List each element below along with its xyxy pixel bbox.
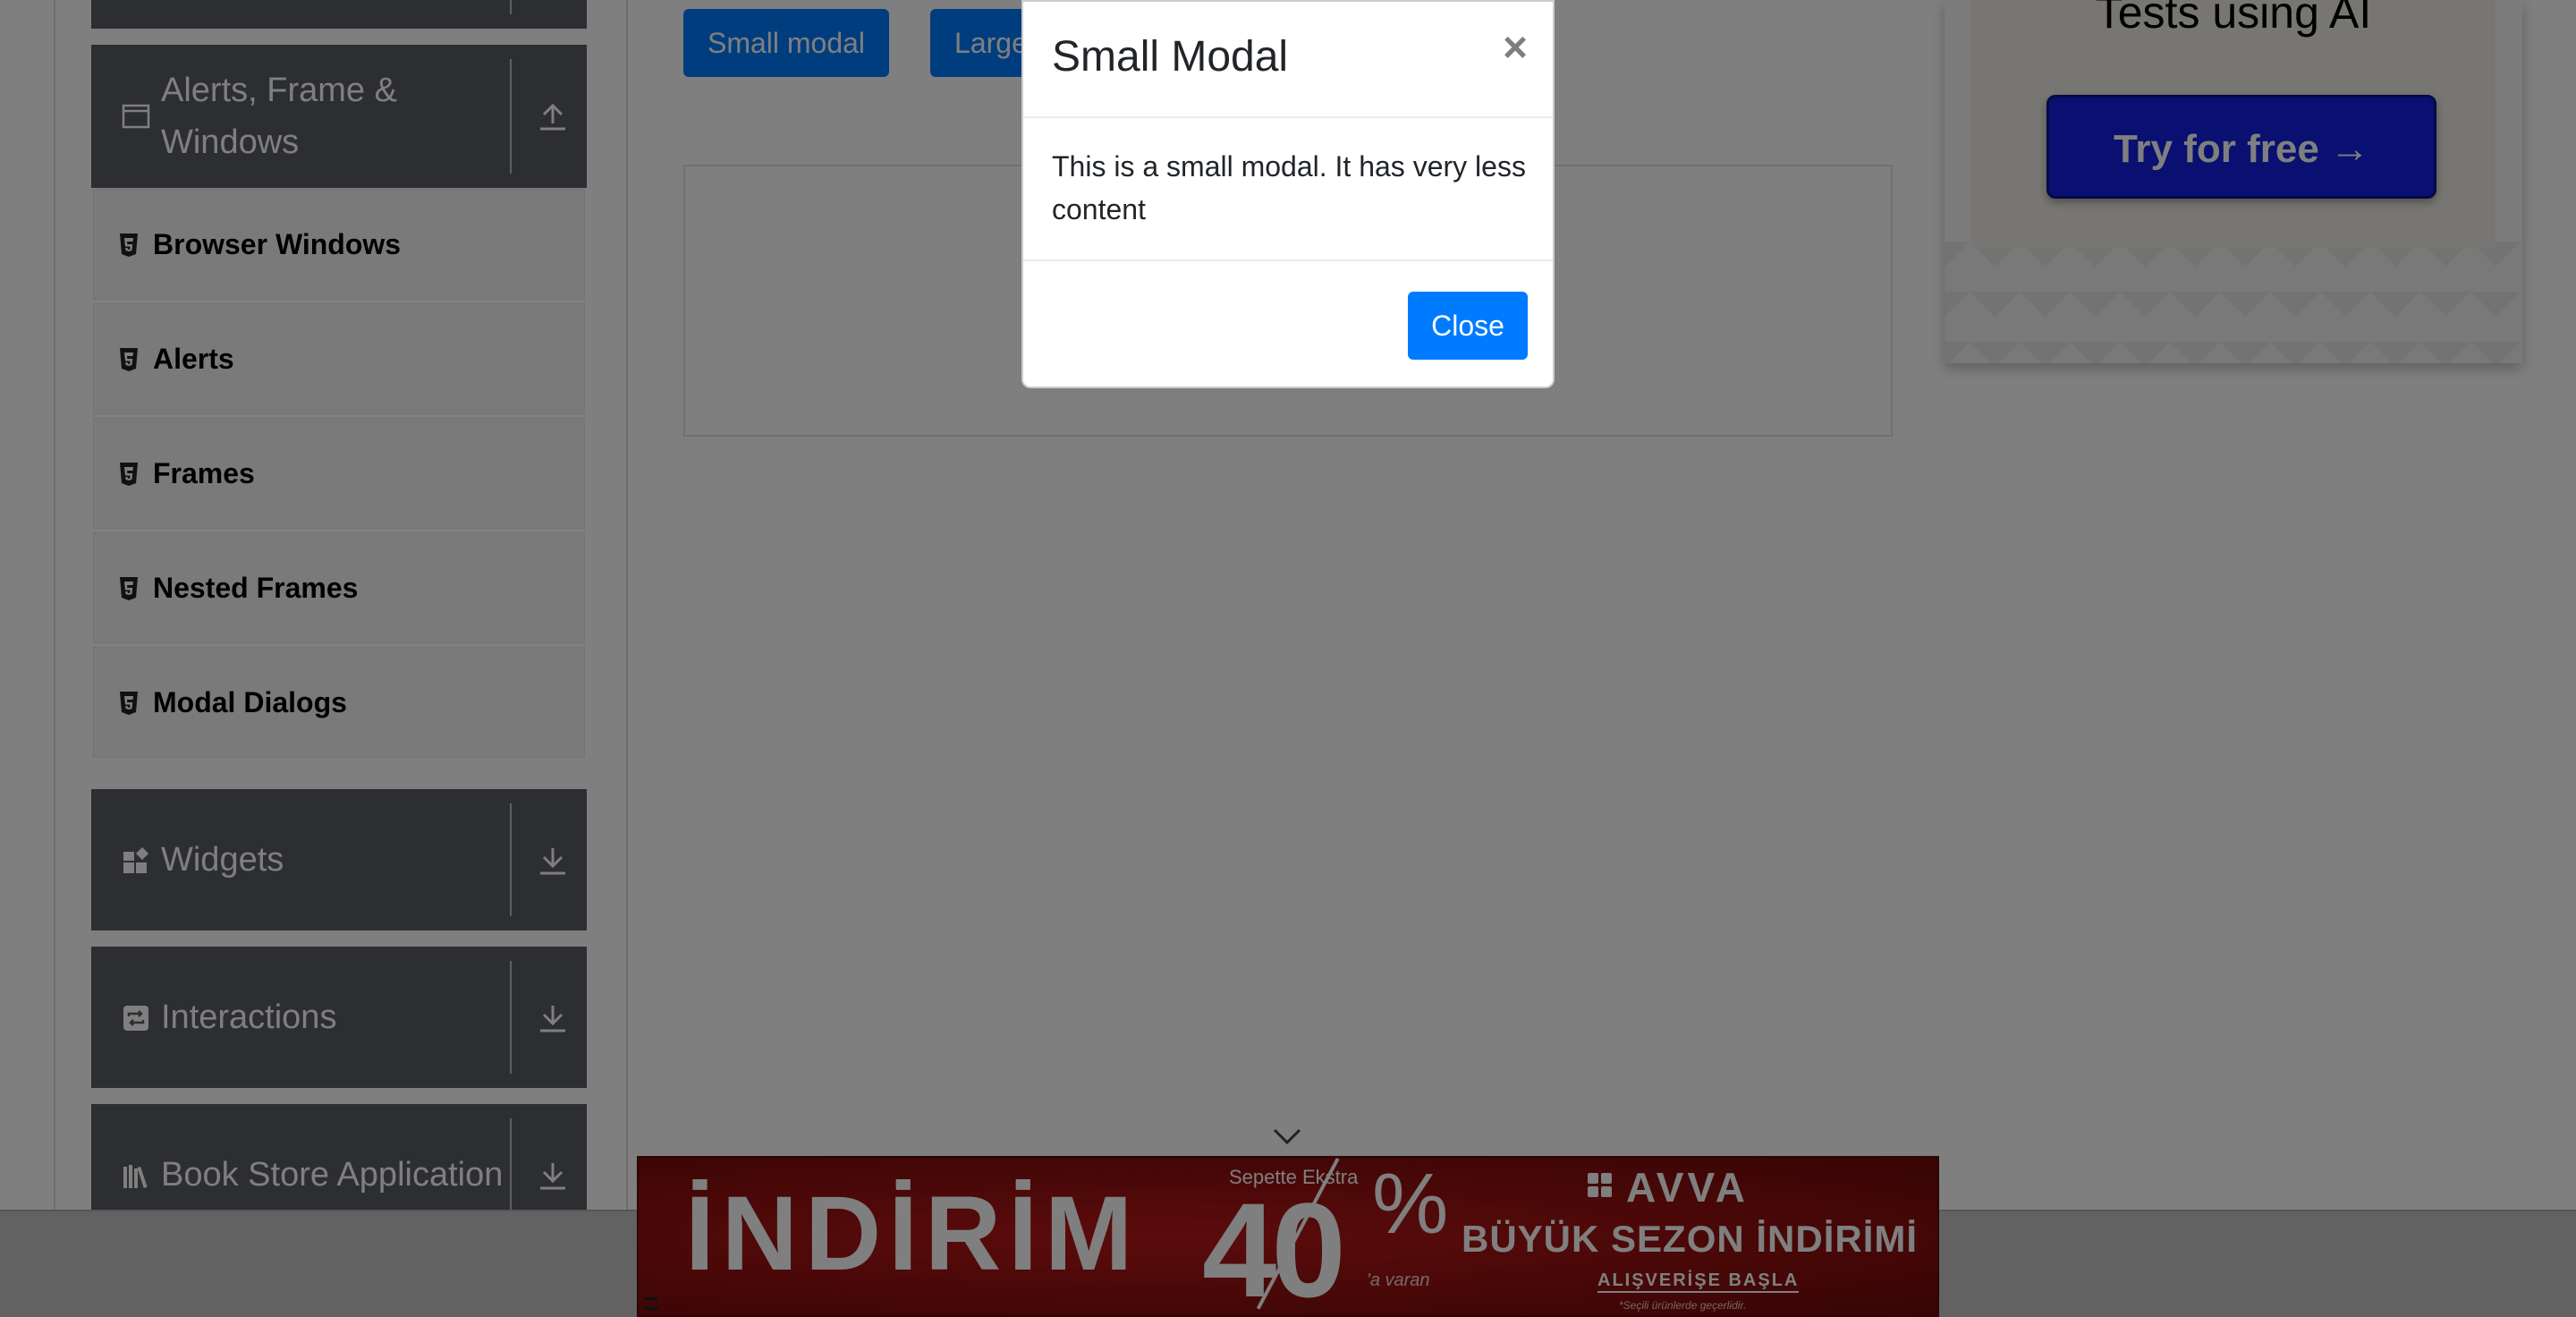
modal-body-text: This is a small modal. It has very less … — [1052, 150, 1526, 225]
modal-header: Small Modal × — [1023, 2, 1553, 118]
small-modal-dialog: Small Modal × This is a small modal. It … — [1021, 0, 1555, 388]
close-icon[interactable]: × — [1497, 25, 1533, 72]
modal-title: Small Modal — [1052, 33, 1289, 81]
modal-footer: Close — [1023, 259, 1553, 387]
close-button[interactable]: Close — [1408, 292, 1528, 360]
